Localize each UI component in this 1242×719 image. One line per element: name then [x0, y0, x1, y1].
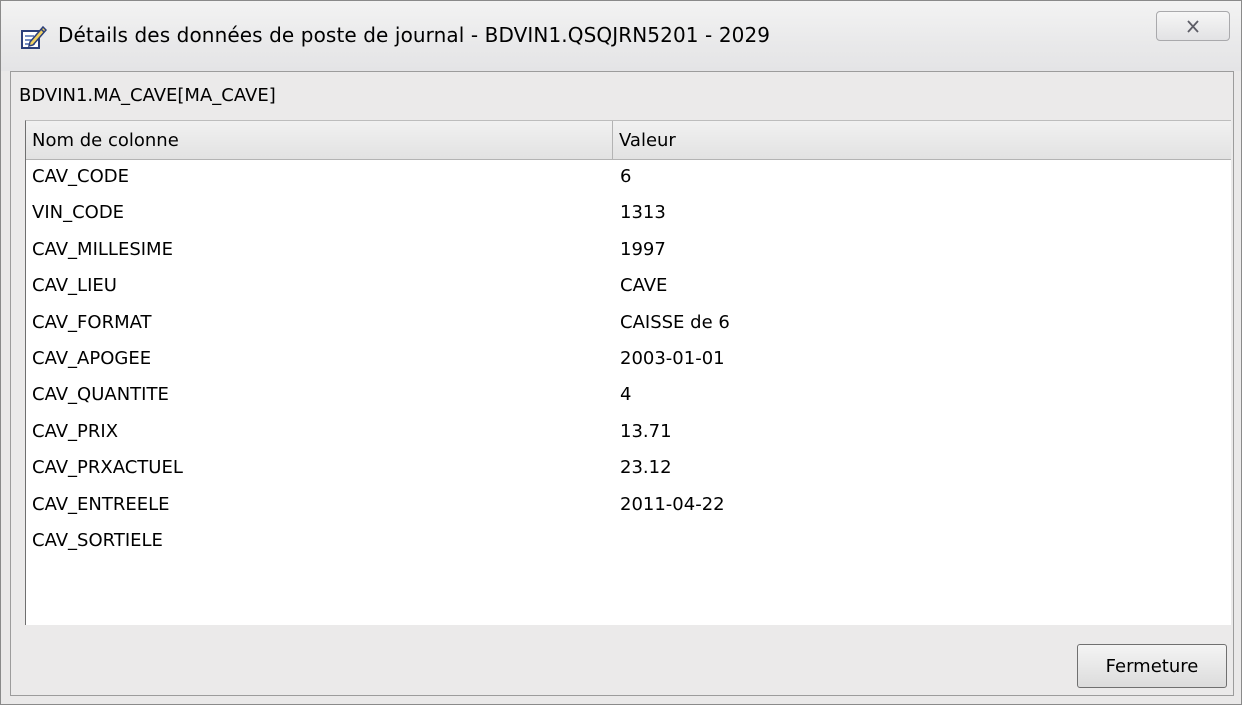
table-row[interactable]: VIN_CODE 1313 — [26, 195, 1231, 231]
value-cell: 2011-04-22 — [620, 493, 725, 515]
table-row[interactable]: CAV_PRXACTUEL 23.12 — [26, 450, 1231, 486]
table-row[interactable]: CAV_ENTREELE 2011-04-22 — [26, 487, 1231, 523]
table-row[interactable]: CAV_CODE 6 — [26, 159, 1231, 195]
table-row[interactable]: CAV_APOGEE 2003-01-01 — [26, 341, 1231, 377]
table-row[interactable]: CAV_PRIX 13.71 — [26, 414, 1231, 450]
window-title: Détails des données de poste de journal … — [58, 23, 771, 47]
column-name-cell: CAV_PRIX — [32, 420, 119, 442]
close-x-icon — [1187, 20, 1199, 33]
edit-document-icon — [21, 24, 48, 50]
column-name-cell: CAV_PRXACTUEL — [32, 457, 183, 479]
column-header-value[interactable]: Valeur — [613, 121, 1231, 159]
table-row[interactable]: CAV_SORTIELE — [26, 523, 1231, 559]
column-name-cell: CAV_APOGEE — [32, 347, 152, 369]
table-row[interactable]: CAV_MILLESIME 1997 — [26, 232, 1231, 268]
value-cell: 2003-01-01 — [620, 347, 725, 369]
background-area — [0, 705, 1242, 719]
dialog-content: BDVIN1.MA_CAVE[MA_CAVE] Nom de colonne V… — [10, 71, 1234, 696]
column-name-cell: CAV_CODE — [32, 166, 130, 187]
value-cell: 4 — [620, 384, 632, 406]
column-name-cell: CAV_FORMAT — [32, 311, 152, 333]
column-header-name[interactable]: Nom de colonne — [26, 121, 613, 159]
value-cell: CAISSE de 6 — [620, 311, 730, 333]
journal-entry-details-dialog: Détails des données de poste de journal … — [0, 0, 1242, 705]
title-bar[interactable]: Détails des données de poste de journal … — [1, 1, 1241, 71]
value-cell: 23.12 — [620, 457, 672, 479]
value-cell: 6 — [620, 166, 632, 187]
column-values-table: Nom de colonne Valeur CAV_CODE 6 VIN_COD… — [25, 120, 1231, 625]
column-name-cell: CAV_MILLESIME — [32, 238, 173, 260]
value-cell: CAVE — [620, 275, 668, 297]
column-name-cell: CAV_ENTREELE — [32, 493, 170, 515]
file-name-label: BDVIN1.MA_CAVE[MA_CAVE] — [19, 85, 276, 106]
table-header: Nom de colonne Valeur — [26, 121, 1231, 160]
table-row[interactable]: CAV_QUANTITE 4 — [26, 377, 1231, 413]
value-cell: 13.71 — [620, 420, 672, 442]
column-name-cell: VIN_CODE — [32, 202, 125, 224]
table-row[interactable]: CAV_FORMAT CAISSE de 6 — [26, 305, 1231, 341]
value-cell: 1313 — [620, 202, 666, 224]
table-body: CAV_CODE 6 VIN_CODE 1313 CAV_MILLESIME 1… — [26, 159, 1231, 625]
value-cell: 1997 — [620, 238, 666, 260]
table-row[interactable]: CAV_LIEU CAVE — [26, 268, 1231, 304]
column-name-cell: CAV_QUANTITE — [32, 384, 169, 406]
close-dialog-button[interactable]: Fermeture — [1077, 644, 1227, 688]
window-close-button[interactable] — [1156, 11, 1230, 41]
column-name-cell: CAV_SORTIELE — [32, 529, 163, 551]
column-name-cell: CAV_LIEU — [32, 275, 117, 297]
